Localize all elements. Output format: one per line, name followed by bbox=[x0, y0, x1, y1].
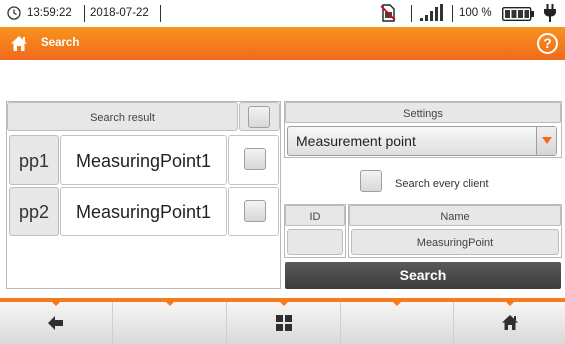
empty-button bbox=[113, 302, 227, 344]
home-icon[interactable] bbox=[10, 35, 28, 52]
settings-header-label: Settings bbox=[403, 108, 443, 120]
id-input[interactable] bbox=[287, 229, 343, 255]
result-row-name[interactable]: MeasuringPoint1 bbox=[60, 187, 227, 236]
status-bar: 13:59:22 2018-07-22 100 % bbox=[0, 0, 565, 27]
title-bar: Search ? bbox=[0, 27, 565, 60]
result-row-id[interactable]: pp1 bbox=[9, 135, 59, 185]
result-row-check-cell bbox=[228, 187, 279, 236]
result-row-name-label: MeasuringPoint1 bbox=[75, 202, 212, 222]
chevron-down-icon bbox=[542, 137, 552, 144]
select-all-cell bbox=[239, 102, 280, 131]
bottom-bar bbox=[0, 298, 565, 344]
result-row-id-label: pp2 bbox=[18, 202, 50, 222]
screen: 13:59:22 2018-07-22 100 % Search ? Searc… bbox=[0, 0, 565, 344]
status-divider bbox=[84, 5, 85, 22]
result-row-id-label: pp1 bbox=[18, 151, 50, 171]
tab-notch bbox=[505, 302, 514, 306]
measurement-type-value: Measurement point bbox=[296, 133, 416, 149]
result-row-checkbox[interactable] bbox=[244, 200, 266, 222]
result-row-checkbox[interactable] bbox=[244, 148, 266, 170]
back-arrow-icon bbox=[48, 316, 63, 330]
help-icon[interactable]: ? bbox=[537, 33, 558, 54]
home-button[interactable] bbox=[454, 302, 565, 344]
search-every-client-checkbox[interactable] bbox=[360, 170, 382, 192]
search-result-header: Search result bbox=[7, 102, 238, 131]
status-divider bbox=[160, 5, 161, 22]
signal-icon bbox=[420, 4, 443, 21]
battery-icon bbox=[502, 7, 534, 21]
result-row-name-label: MeasuringPoint1 bbox=[75, 151, 212, 171]
tab-notch bbox=[52, 302, 60, 306]
status-date: 2018-07-22 bbox=[90, 7, 149, 19]
result-row-name[interactable]: MeasuringPoint1 bbox=[60, 135, 227, 185]
name-field-header: Name bbox=[349, 205, 561, 226]
result-row-check-cell bbox=[228, 135, 279, 185]
dropdown-arrow[interactable] bbox=[536, 127, 556, 155]
settings-header: Settings bbox=[285, 102, 561, 123]
name-input-value: MeasuringPoint bbox=[416, 237, 494, 249]
clock-icon bbox=[7, 6, 21, 20]
grid-menu-icon bbox=[275, 315, 292, 331]
result-row-id[interactable]: pp2 bbox=[9, 187, 59, 236]
home-icon bbox=[501, 315, 518, 330]
tab-notch bbox=[279, 302, 288, 306]
no-sim-icon bbox=[380, 4, 396, 22]
measurement-type-select[interactable]: Measurement point bbox=[287, 126, 557, 156]
power-plug-icon bbox=[544, 4, 556, 22]
tab-notch bbox=[165, 302, 174, 306]
empty-button bbox=[341, 302, 454, 344]
search-every-client-label: Search every client bbox=[395, 178, 489, 190]
menu-button[interactable] bbox=[227, 302, 341, 344]
search-button[interactable]: Search bbox=[285, 262, 561, 289]
name-input[interactable]: MeasuringPoint bbox=[351, 229, 559, 255]
status-divider bbox=[452, 5, 453, 22]
id-field-header: ID bbox=[285, 205, 345, 226]
search-result-header-label: Search result bbox=[90, 112, 155, 124]
id-field-label: ID bbox=[309, 211, 321, 223]
battery-percent: 100 % bbox=[459, 7, 492, 19]
tab-notch bbox=[393, 302, 401, 306]
back-button[interactable] bbox=[0, 302, 113, 344]
select-all-checkbox[interactable] bbox=[248, 106, 270, 128]
status-time: 13:59:22 bbox=[27, 7, 72, 19]
page-title: Search bbox=[41, 37, 80, 49]
name-field-label: Name bbox=[440, 211, 470, 223]
status-divider bbox=[411, 5, 412, 22]
